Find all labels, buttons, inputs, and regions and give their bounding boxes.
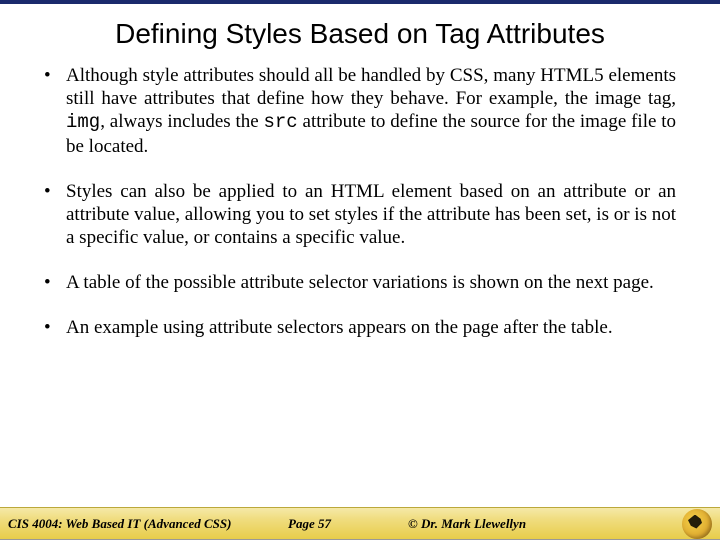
footer-course: CIS 4004: Web Based IT (Advanced CSS) (8, 516, 288, 532)
slide-title: Defining Styles Based on Tag Attributes (0, 4, 720, 58)
code-src: src (263, 111, 297, 133)
bullet-text: An example using attribute selectors app… (66, 317, 613, 338)
bullet-text: A table of the possible attribute select… (66, 272, 654, 293)
slide-footer: CIS 4004: Web Based IT (Advanced CSS) Pa… (0, 507, 720, 539)
bullet-item: Although style attributes should all be … (44, 64, 676, 158)
bullet-text: , always includes the (100, 111, 263, 132)
slide: Defining Styles Based on Tag Attributes … (0, 0, 720, 540)
bullet-list: Although style attributes should all be … (44, 64, 676, 340)
bullet-item: Styles can also be applied to an HTML el… (44, 180, 676, 250)
ucf-pegasus-icon (682, 509, 712, 539)
bullet-item: An example using attribute selectors app… (44, 316, 676, 339)
slide-content: Although style attributes should all be … (0, 58, 720, 340)
footer-author: © Dr. Mark Llewellyn (408, 516, 608, 532)
bullet-item: A table of the possible attribute select… (44, 271, 676, 294)
bullet-text: Although style attributes should all be … (66, 65, 676, 109)
bullet-text: Styles can also be applied to an HTML el… (66, 181, 676, 248)
footer-logo-wrap (608, 509, 712, 539)
footer-page-number: Page 57 (288, 516, 408, 532)
code-img: img (66, 111, 100, 133)
